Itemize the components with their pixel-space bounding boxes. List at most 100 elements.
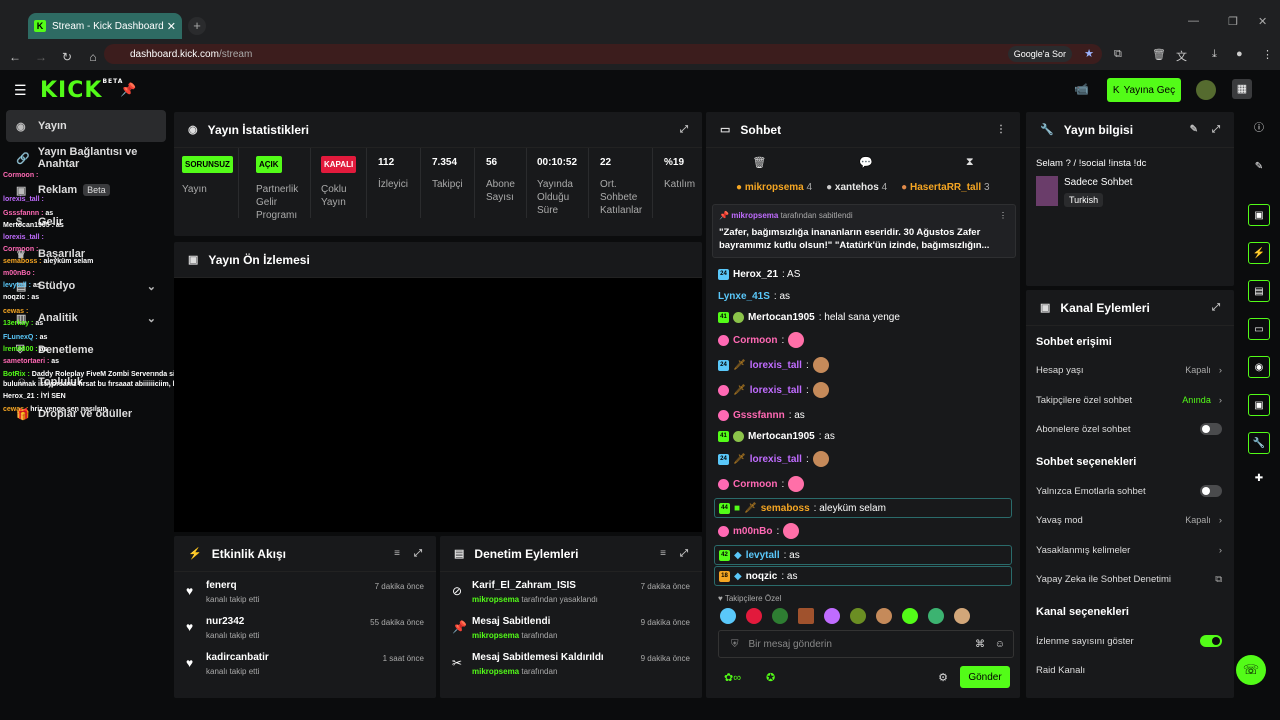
chat-bubble-icon[interactable]: 💬 <box>859 156 873 169</box>
menu-icon[interactable]: ⋮ <box>1262 48 1273 61</box>
pin-icon[interactable]: 📌 <box>120 82 136 98</box>
category-thumbnail[interactable] <box>1036 176 1058 206</box>
profile-icon[interactable]: ● <box>1236 48 1243 60</box>
filter-icon[interactable]: ≡ <box>660 548 666 559</box>
pinned-message[interactable]: 📌 mikropsema tarafından sabitlendi ⋮ "Zaf… <box>712 204 1016 258</box>
stats-shortcut-icon[interactable]: ▣ <box>1248 204 1270 226</box>
chat-message[interactable]: Cormoon: <box>718 330 1014 350</box>
top-chatter[interactable]: ● mikropsema 4 <box>736 182 812 193</box>
chat-message[interactable]: 24 Herox_21: AS <box>718 264 1014 284</box>
help-chat-icon[interactable]: ☏ <box>1236 655 1266 685</box>
emote-icon[interactable] <box>928 608 944 624</box>
reload-icon[interactable]: ↻ <box>56 50 78 64</box>
go-live-button[interactable]: K Yayına Geç <box>1107 78 1181 102</box>
chat-message[interactable]: 24 🗡 lorexis_tall: <box>718 355 1014 375</box>
camera-icon[interactable]: 📹 <box>1074 82 1089 96</box>
kick-coin-icon[interactable]: ✪ <box>766 671 775 684</box>
translate-icon[interactable]: 文 <box>1176 48 1187 64</box>
emote-icon[interactable] <box>954 608 970 624</box>
top-chatter[interactable]: ● xantehos 4 <box>826 182 887 193</box>
settings-icon[interactable]: ⚙ <box>938 671 948 684</box>
banned-words-option[interactable]: Yasaklanmış kelimeler › <box>1036 540 1222 560</box>
emote-icon[interactable] <box>772 608 788 624</box>
sidebar-item-drops[interactable]: 🎁 Droplar ve ödüller <box>6 398 166 430</box>
close-tab-icon[interactable]: ✕ <box>167 20 176 33</box>
info-icon[interactable]: ⓘ <box>1248 118 1270 140</box>
chat-message[interactable]: Cormoon: <box>718 474 1014 494</box>
hourglass-icon[interactable]: ⧗ <box>966 156 974 169</box>
show-viewers-toggle[interactable] <box>1200 635 1222 647</box>
expand-icon[interactable]: ⤢ <box>680 124 688 135</box>
channel-shortcut-icon[interactable]: ▣ <box>1248 394 1270 416</box>
filter-icon[interactable]: ≡ <box>394 548 400 559</box>
forward-icon[interactable]: → <box>30 50 52 64</box>
chat-message[interactable]: 42 ◆ levytall: as <box>714 545 1012 565</box>
minimize-icon[interactable]: — <box>1188 15 1199 27</box>
chat-input[interactable]: ⛨ Bir mesaj gönderin ⌘ ☺ <box>718 630 1014 658</box>
maximize-icon[interactable]: ❐ <box>1228 15 1238 28</box>
raid-option[interactable]: Raid Kanalı <box>1036 660 1222 680</box>
kick-logo[interactable]: KICKBETA <box>40 78 123 103</box>
top-chatter[interactable]: ● HasertaRR_tall 3 <box>901 182 989 193</box>
back-icon[interactable]: ← <box>4 50 26 64</box>
hamburger-menu-icon[interactable]: ☰ <box>14 82 27 99</box>
avatar[interactable] <box>1196 80 1216 100</box>
subs-only-toggle[interactable] <box>1200 423 1222 435</box>
chat-message[interactable]: 18 ◆ noqzic: as <box>714 566 1012 586</box>
edit-icon[interactable]: ✎ <box>1190 124 1198 135</box>
puzzle-icon[interactable]: ✚ <box>1248 468 1270 490</box>
ask-google-button[interactable]: Google'a Sor <box>1007 46 1072 62</box>
emote-icon[interactable] <box>720 608 736 624</box>
home-icon[interactable]: ⌂ <box>82 50 104 64</box>
emoji-icon[interactable]: ☺ <box>995 639 1005 650</box>
wrench-shortcut-icon[interactable]: 🔧 <box>1248 432 1270 454</box>
chat-message[interactable]: 🗡 lorexis_tall: <box>718 380 1014 400</box>
category-name[interactable]: Sadece Sohbet <box>1064 177 1132 188</box>
chat-message[interactable]: Gsssfannn: as <box>718 405 1014 425</box>
sidebar-item-community[interactable]: ☺ Topluluk <box>6 366 166 398</box>
trash-extension-icon[interactable]: 🗑 <box>1152 48 1166 61</box>
browser-tab[interactable]: K Stream - Kick Dashboard ✕ <box>28 13 182 39</box>
sidebar-item-achievements[interactable]: ♛ Başarılar <box>6 238 166 270</box>
bookmark-star-icon[interactable]: ★ <box>1084 47 1094 60</box>
trash-icon[interactable]: 🗑 <box>752 156 766 169</box>
bolt-shortcut-icon[interactable]: ⚡ <box>1248 242 1270 264</box>
list-shortcut-icon[interactable]: ▤ <box>1248 280 1270 302</box>
sidebar-item-ads[interactable]: ▣ Reklam Beta <box>6 174 166 206</box>
chat-message[interactable]: 41 Mertocan1905: helal sana yenge <box>718 307 1014 327</box>
command-icon[interactable]: ⌘ <box>975 639 985 650</box>
sidebar-item-stream-key[interactable]: 🔗 Yayın Bağlantısı ve Anahtar <box>6 142 166 174</box>
more-options-icon[interactable]: ⋮ <box>996 124 1006 135</box>
video-preview[interactable] <box>174 278 702 532</box>
expand-icon[interactable]: ⤢ <box>680 548 688 559</box>
sidebar-item-moderation[interactable]: ⛨ Denetleme <box>6 334 166 366</box>
emote-icon[interactable] <box>798 608 814 624</box>
expand-icon[interactable]: ⤢ <box>1212 302 1220 313</box>
chat-shortcut-icon[interactable]: ▭ <box>1248 318 1270 340</box>
sidebar-item-analytics[interactable]: ▥ Analitik ⌄ <box>6 302 166 334</box>
sidebar-item-stream[interactable]: ◉ Yayın <box>6 110 166 142</box>
slow-mode-option[interactable]: Yavaş mod Kapalı › <box>1036 510 1222 530</box>
expand-icon[interactable]: ⤢ <box>1212 124 1220 135</box>
chat-message[interactable]: 24 🗡 lorexis_tall: <box>718 449 1014 469</box>
account-age-option[interactable]: Hesap yaşı Kapalı › <box>1036 360 1222 380</box>
extensions-icon[interactable]: ⧉ <box>1114 48 1122 61</box>
url-field[interactable]: dashboard.kick.com/stream Google'a Sor ★ <box>104 44 1102 64</box>
ai-moderation-option[interactable]: Yapay Zeka ile Sohbet Denetimi ⧉ <box>1036 569 1222 589</box>
close-window-icon[interactable]: ✕ <box>1258 15 1267 28</box>
emote-icon[interactable] <box>876 608 892 624</box>
download-icon[interactable]: ⤓ <box>1212 48 1217 61</box>
points-icon[interactable]: ✿∞ <box>724 671 741 684</box>
emote-icon[interactable] <box>850 608 866 624</box>
send-button[interactable]: Gönder <box>960 666 1010 688</box>
emote-icon[interactable] <box>902 608 918 624</box>
chat-message[interactable]: 41 Mertocan1905: as <box>718 426 1014 446</box>
edit-icon[interactable]: ✎ <box>1248 156 1270 178</box>
emote-icon[interactable] <box>824 608 840 624</box>
sidebar-item-studio[interactable]: ▤ Stüdyo ⌄ <box>6 270 166 302</box>
panel-layout-icon[interactable]: ▦ <box>1232 79 1252 99</box>
chat-message[interactable]: m00nBo: <box>718 521 1014 541</box>
sidebar-item-revenue[interactable]: $ Gelir <box>6 206 166 238</box>
emotes-only-toggle[interactable] <box>1200 485 1222 497</box>
chat-message[interactable]: 44 ■ 🗡 semaboss: aleyküm selam <box>714 498 1012 518</box>
